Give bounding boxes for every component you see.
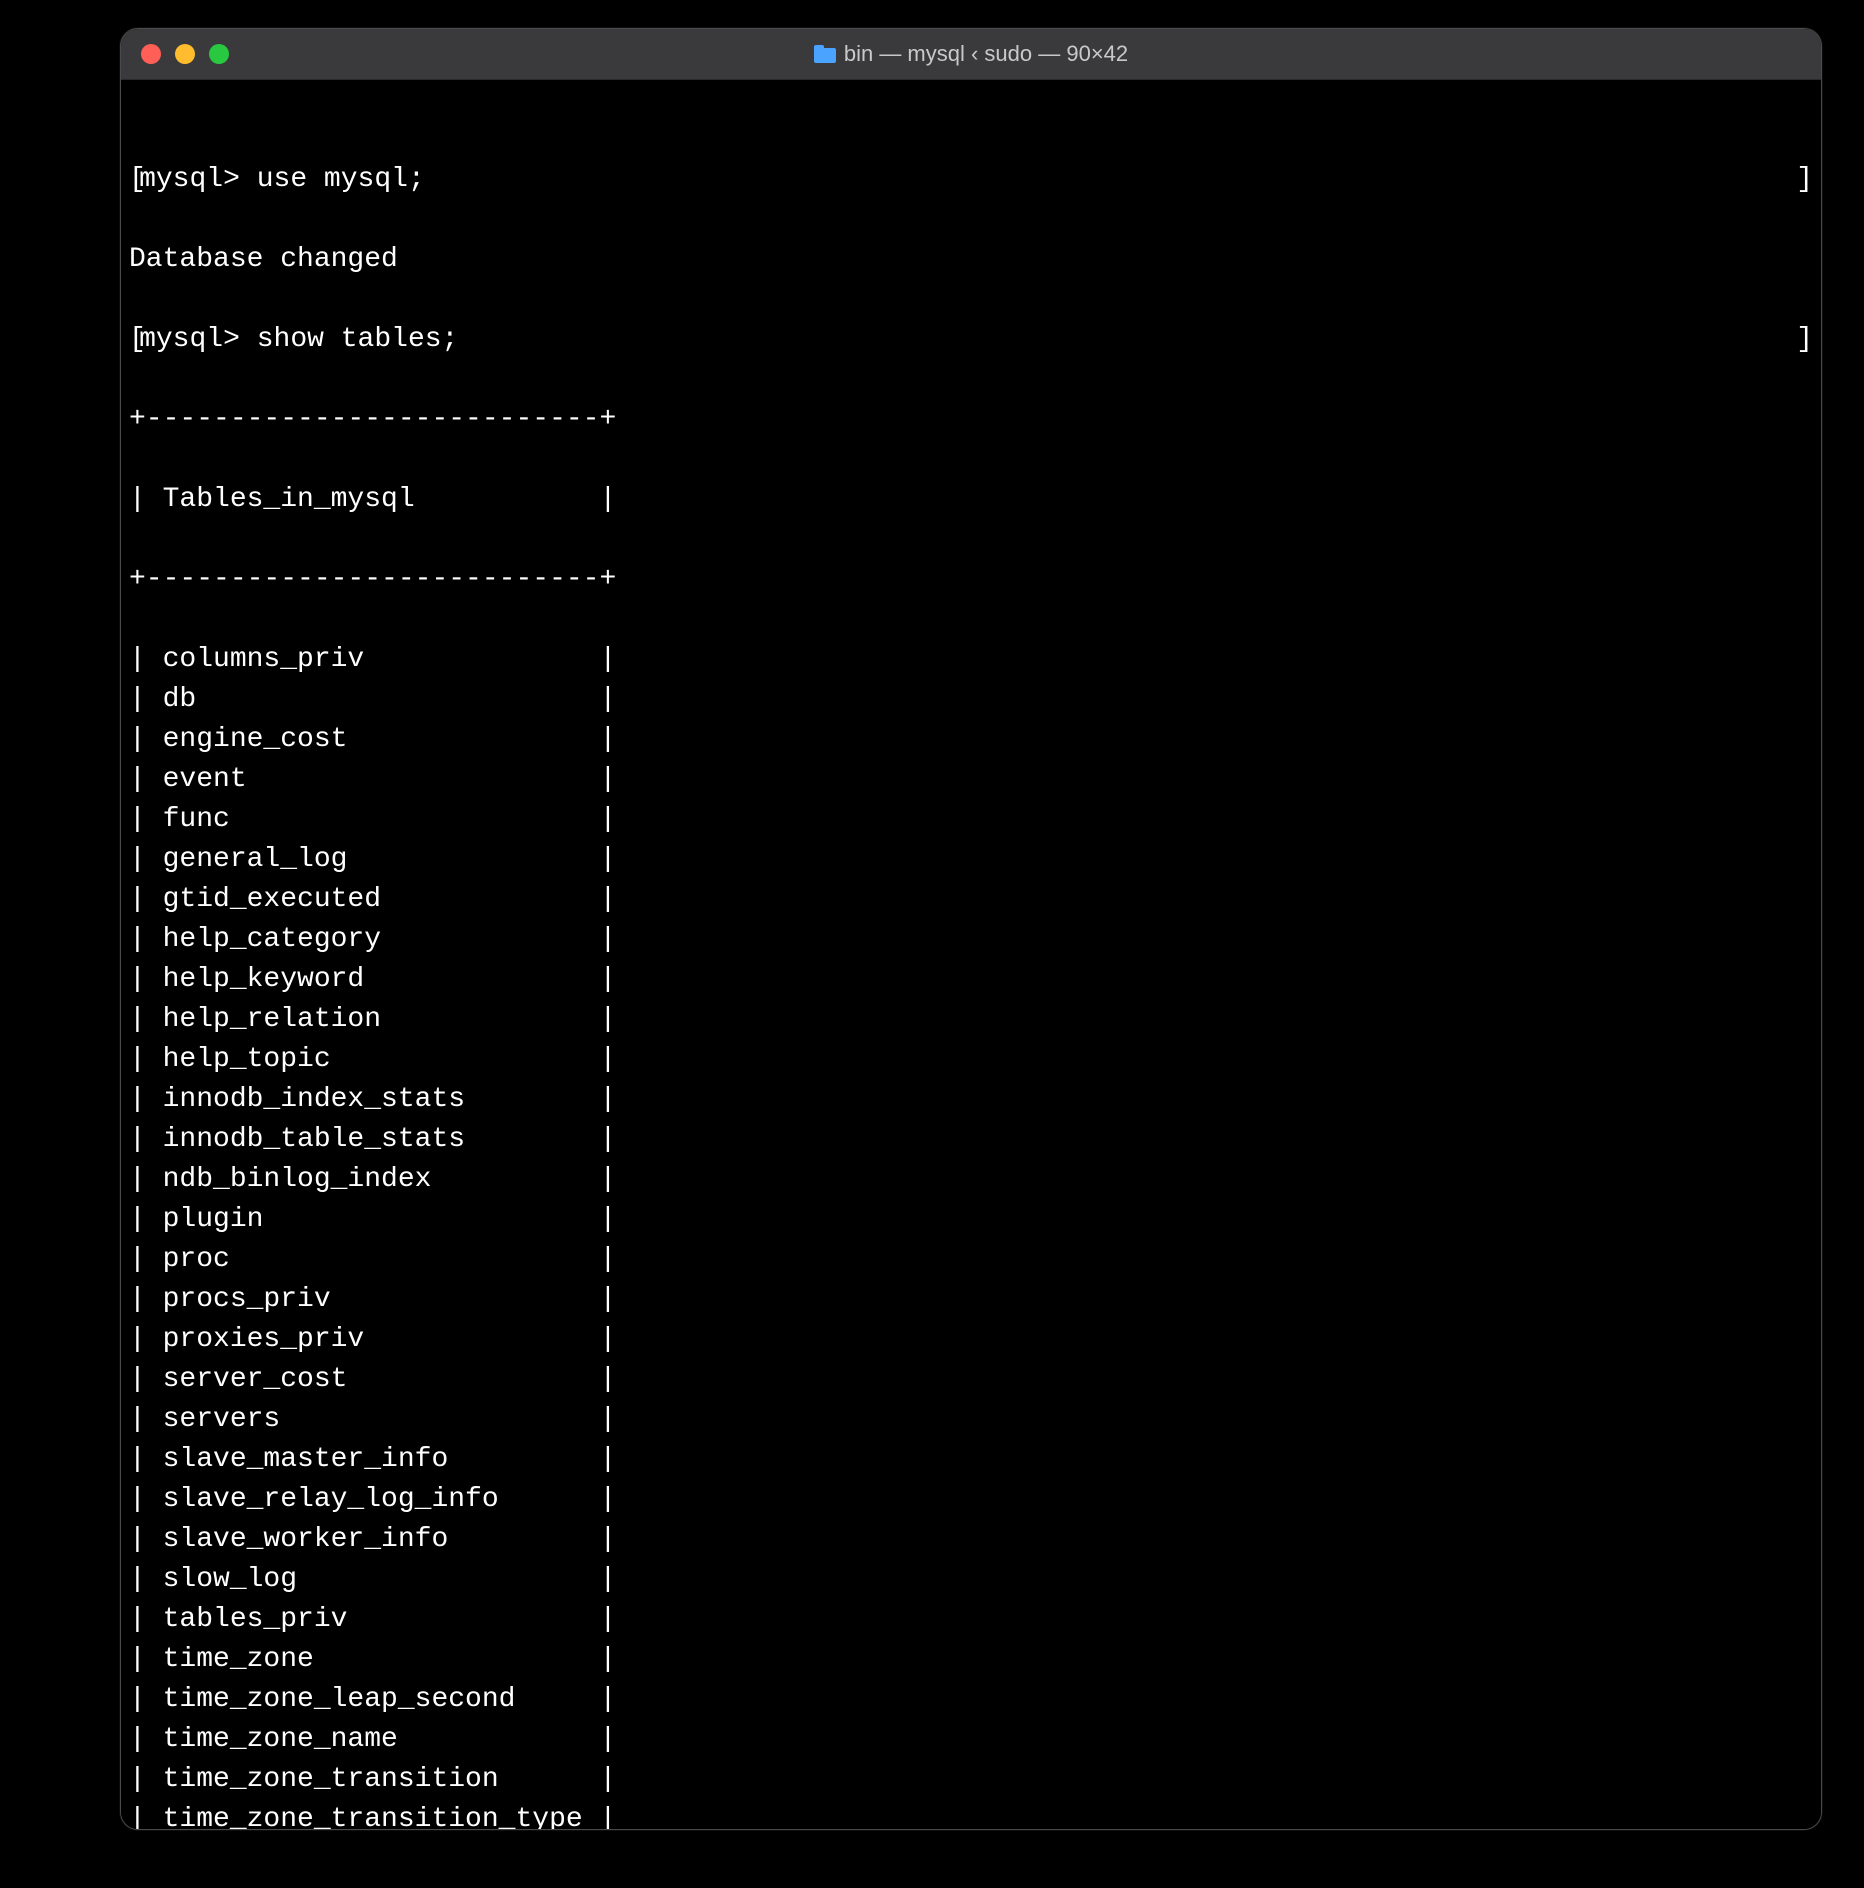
table-cell: | slave_master_info | xyxy=(129,1440,616,1480)
terminal-content[interactable]: [mysql> use mysql;] Database changed [my… xyxy=(121,80,1821,1830)
prompt-line-1: [mysql> use mysql;] xyxy=(129,160,1813,200)
table-cell: | time_zone_name | xyxy=(129,1720,616,1760)
table-cell: | plugin | xyxy=(129,1200,616,1240)
table-cell: | procs_priv | xyxy=(129,1280,616,1320)
table-cell: | innodb_index_stats | xyxy=(129,1080,616,1120)
terminal-window: bin — mysql ‹ sudo — 90×42 [mysql> use m… xyxy=(120,28,1822,1830)
table-border-mid: +---------------------------+ xyxy=(129,560,1813,600)
bracket-right: ] xyxy=(1796,320,1813,360)
table-cell: | slow_log | xyxy=(129,1560,616,1600)
zoom-button[interactable] xyxy=(209,44,229,64)
bracket-right: ] xyxy=(1796,160,1813,200)
table-row: | plugin | xyxy=(129,1200,1813,1240)
window-title: bin — mysql ‹ sudo — 90×42 xyxy=(121,41,1821,67)
bracket-left: [ xyxy=(129,320,139,360)
table-row: | slave_master_info | xyxy=(129,1440,1813,1480)
table-row: | proc | xyxy=(129,1240,1813,1280)
table-row: | proxies_priv | xyxy=(129,1320,1813,1360)
table-row: | db | xyxy=(129,680,1813,720)
table-cell: | tables_priv | xyxy=(129,1600,616,1640)
table-border-top: +---------------------------+ xyxy=(129,400,1813,440)
table-row: | help_keyword | xyxy=(129,960,1813,1000)
table-row: | server_cost | xyxy=(129,1360,1813,1400)
prompt: mysql> xyxy=(139,324,240,355)
window-title-text: bin — mysql ‹ sudo — 90×42 xyxy=(844,41,1128,67)
table-cell: | time_zone_leap_second | xyxy=(129,1680,616,1720)
table-cell: | general_log | xyxy=(129,840,616,880)
table-row: | help_relation | xyxy=(129,1000,1813,1040)
table-row: | engine_cost | xyxy=(129,720,1813,760)
table-header: | Tables_in_mysql | xyxy=(129,480,1813,520)
table-row: | ndb_binlog_index | xyxy=(129,1160,1813,1200)
table-cell: | servers | xyxy=(129,1400,616,1440)
command-1: use mysql; xyxy=(257,164,425,195)
table-cell: | help_category | xyxy=(129,920,616,960)
table-cell: | columns_priv | xyxy=(129,640,616,680)
table-cell: | engine_cost | xyxy=(129,720,616,760)
table-row: | general_log | xyxy=(129,840,1813,880)
table-row: | procs_priv | xyxy=(129,1280,1813,1320)
prompt: mysql> xyxy=(139,164,240,195)
table-cell: | db | xyxy=(129,680,616,720)
table-cell: | proc | xyxy=(129,1240,616,1280)
table-cell: | help_topic | xyxy=(129,1040,616,1080)
table-cell: | proxies_priv | xyxy=(129,1320,616,1360)
table-row: | time_zone_transition | xyxy=(129,1760,1813,1800)
table-row: | columns_priv | xyxy=(129,640,1813,680)
table-cell: | time_zone | xyxy=(129,1640,616,1680)
table-cell: | time_zone_transition | xyxy=(129,1760,616,1800)
table-cell: | innodb_table_stats | xyxy=(129,1120,616,1160)
table-row: | innodb_table_stats | xyxy=(129,1120,1813,1160)
table-row: | tables_priv | xyxy=(129,1600,1813,1640)
table-cell: | help_relation | xyxy=(129,1000,616,1040)
table-row: | time_zone_leap_second | xyxy=(129,1680,1813,1720)
command-2: show tables; xyxy=(257,324,459,355)
table-row: | event | xyxy=(129,760,1813,800)
table-row: | func | xyxy=(129,800,1813,840)
table-row: | innodb_index_stats | xyxy=(129,1080,1813,1120)
table-cell: | slave_relay_log_info | xyxy=(129,1480,616,1520)
table-row: | slow_log | xyxy=(129,1560,1813,1600)
table-cell: | slave_worker_info | xyxy=(129,1520,616,1560)
table-cell: | func | xyxy=(129,800,616,840)
table-row: | time_zone_name | xyxy=(129,1720,1813,1760)
table-row: | time_zone_transition_type | xyxy=(129,1800,1813,1830)
table-cell: | help_keyword | xyxy=(129,960,616,1000)
table-row: | slave_relay_log_info | xyxy=(129,1480,1813,1520)
prompt-line-2: [mysql> show tables;] xyxy=(129,320,1813,360)
table-row: | help_category | xyxy=(129,920,1813,960)
table-row: | time_zone | xyxy=(129,1640,1813,1680)
table-cell: | ndb_binlog_index | xyxy=(129,1160,616,1200)
table-cell: | event | xyxy=(129,760,616,800)
table-cell: | gtid_executed | xyxy=(129,880,616,920)
table-row: | help_topic | xyxy=(129,1040,1813,1080)
response-1: Database changed xyxy=(129,240,1813,280)
folder-icon xyxy=(814,45,836,63)
table-cell: | server_cost | xyxy=(129,1360,616,1400)
table-row: | slave_worker_info | xyxy=(129,1520,1813,1560)
traffic-lights xyxy=(121,44,229,64)
minimize-button[interactable] xyxy=(175,44,195,64)
table-cell: | time_zone_transition_type | xyxy=(129,1800,616,1830)
title-bar[interactable]: bin — mysql ‹ sudo — 90×42 xyxy=(121,29,1821,80)
bracket-left: [ xyxy=(129,160,139,200)
table-row: | gtid_executed | xyxy=(129,880,1813,920)
close-button[interactable] xyxy=(141,44,161,64)
table-row: | servers | xyxy=(129,1400,1813,1440)
